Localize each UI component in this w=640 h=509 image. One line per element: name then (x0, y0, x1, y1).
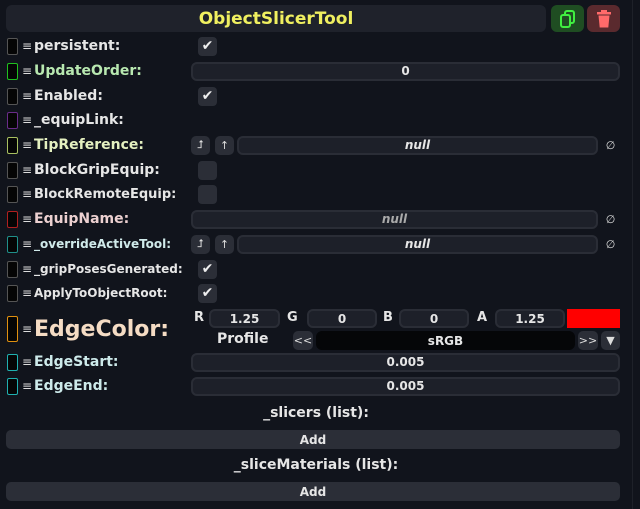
field-override-active-tool: ≡ _overrideActiveTool: ⮥ ↑ null ∅ (7, 233, 620, 255)
field-label: _overrideActiveTool: (34, 237, 172, 251)
field-label: EdgeEnd: (34, 378, 109, 394)
drag-handle[interactable] (7, 111, 18, 129)
delete-button[interactable] (587, 5, 620, 32)
drag-handle[interactable] (7, 235, 18, 253)
slicers-add-button[interactable]: Add (6, 430, 620, 449)
block-grip-equip-checkbox[interactable] (198, 160, 217, 180)
field-grip-poses-generated: ≡ _gripPosesGenerated: ✔ (7, 258, 620, 280)
field-label: TipReference: (34, 137, 144, 153)
menu-icon[interactable]: ≡ (22, 164, 32, 176)
field-label: Enabled: (34, 88, 103, 104)
profile-next-button[interactable]: >> (578, 331, 598, 350)
jump-to-icon[interactable]: ⮥ (191, 234, 210, 254)
clear-null-icon[interactable]: ∅ (601, 235, 620, 254)
menu-icon[interactable]: ≡ (22, 238, 32, 250)
field-persistent: ≡ persistent: ✔ (7, 35, 620, 57)
persistent-checkbox[interactable]: ✔ (198, 36, 217, 56)
drag-handle[interactable] (7, 210, 18, 228)
field-label: persistent: (34, 38, 121, 54)
dropdown-arrow-icon[interactable]: ▼ (601, 331, 620, 350)
edge-end-input[interactable]: 0.005 (191, 376, 620, 396)
profile-prev-button[interactable]: << (293, 331, 313, 350)
drag-handle[interactable] (7, 316, 18, 342)
field-edge-end: ≡ EdgeEnd: 0.005 (7, 375, 620, 397)
field-update-order: ≡ UpdateOrder: 0 (7, 60, 620, 82)
drag-handle[interactable] (7, 284, 18, 302)
field-block-remote-equip: ≡ BlockRemoteEquip: (7, 183, 620, 205)
arrow-up-icon[interactable]: ↑ (215, 135, 234, 155)
menu-icon[interactable]: ≡ (22, 380, 32, 392)
drag-handle[interactable] (7, 185, 18, 203)
a-label: A (477, 310, 488, 325)
block-remote-equip-checkbox[interactable] (198, 184, 217, 204)
jump-to-icon[interactable]: ⮥ (191, 135, 210, 155)
field-label: BlockRemoteEquip: (34, 186, 177, 202)
apply-to-object-root-checkbox[interactable]: ✔ (198, 283, 217, 303)
r-label: R (194, 310, 205, 325)
b-label: B (383, 310, 393, 325)
equip-name-input[interactable]: null (191, 209, 598, 229)
b-input[interactable]: 0 (399, 309, 469, 328)
drag-handle[interactable] (7, 353, 18, 371)
drag-handle[interactable] (7, 37, 18, 55)
field-label: EdgeStart: (34, 354, 119, 370)
g-input[interactable]: 0 (307, 309, 377, 328)
field-equip-name: ≡ EquipName: null ∅ (7, 208, 620, 230)
r-input[interactable]: 1.25 (209, 309, 280, 328)
menu-icon[interactable]: ≡ (22, 114, 32, 126)
menu-icon[interactable]: ≡ (22, 287, 32, 299)
clear-null-icon[interactable]: ∅ (601, 210, 620, 229)
slice-materials-list-title: _sliceMaterials (list): (233, 457, 399, 473)
field-label: _gripPosesGenerated: (34, 262, 183, 276)
menu-icon[interactable]: ≡ (22, 139, 32, 151)
drag-handle[interactable] (7, 161, 18, 179)
slice-materials-add-button[interactable]: Add (6, 482, 620, 501)
component-title: ObjectSlicerTool (6, 5, 546, 32)
menu-icon[interactable]: ≡ (22, 356, 32, 368)
trash-icon (596, 9, 611, 27)
menu-icon[interactable]: ≡ (22, 213, 32, 225)
profile-value: sRGB (316, 331, 575, 350)
field-label: EdgeColor: (34, 316, 170, 342)
drag-handle[interactable] (7, 136, 18, 154)
slicers-list-title: _slicers (list): (263, 405, 369, 421)
field-enabled: ≡ Enabled: ✔ (7, 85, 620, 107)
drag-handle[interactable] (7, 260, 18, 278)
duplicate-button[interactable] (551, 5, 584, 32)
override-active-tool-value[interactable]: null (237, 234, 598, 254)
field-apply-to-object-root: ≡ ApplyToObjectRoot: ✔ (7, 282, 620, 304)
field-label: ApplyToObjectRoot: (34, 286, 168, 300)
field-tip-reference: ≡ TipReference: ⮥ ↑ null ∅ (7, 134, 620, 156)
a-input[interactable]: 1.25 (495, 309, 565, 328)
drag-handle[interactable] (7, 87, 18, 105)
clear-null-icon[interactable]: ∅ (601, 136, 620, 155)
edge-start-input[interactable]: 0.005 (191, 352, 620, 372)
drag-handle[interactable] (7, 377, 18, 395)
field-label: _equipLink: (34, 112, 124, 128)
field-label: EquipName: (34, 211, 130, 227)
grip-poses-generated-checkbox[interactable]: ✔ (198, 259, 217, 279)
menu-icon[interactable]: ≡ (22, 65, 32, 77)
field-label: BlockGripEquip: (34, 162, 160, 178)
enabled-checkbox[interactable]: ✔ (198, 86, 217, 106)
update-order-input[interactable]: 0 (191, 61, 620, 81)
field-block-grip-equip: ≡ BlockGripEquip: (7, 159, 620, 181)
menu-icon[interactable]: ≡ (22, 40, 32, 52)
duplicate-icon (559, 9, 575, 28)
drag-handle[interactable] (7, 62, 18, 80)
scrollbar[interactable] (632, 0, 640, 509)
menu-icon[interactable]: ≡ (22, 263, 32, 275)
color-swatch[interactable] (567, 309, 620, 328)
field-equip-link: ≡ _equipLink: (7, 109, 620, 131)
menu-icon[interactable]: ≡ (22, 323, 32, 335)
profile-label: Profile (217, 331, 269, 347)
field-label: UpdateOrder: (34, 63, 142, 79)
field-edge-start: ≡ EdgeStart: 0.005 (7, 351, 620, 373)
menu-icon[interactable]: ≡ (22, 90, 32, 102)
arrow-up-icon[interactable]: ↑ (215, 234, 234, 254)
g-label: G (287, 310, 298, 325)
menu-icon[interactable]: ≡ (22, 188, 32, 200)
tip-reference-value[interactable]: null (237, 135, 598, 155)
